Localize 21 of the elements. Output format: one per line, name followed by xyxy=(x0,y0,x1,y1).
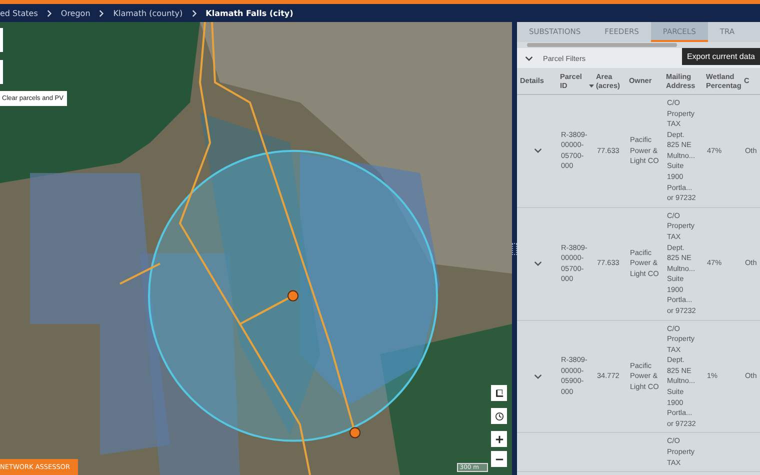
chevron-right-icon xyxy=(46,10,52,16)
breadcrumb-link[interactable]: Klamath (county) xyxy=(113,8,183,18)
breadcrumb-link[interactable]: ed States xyxy=(0,8,38,18)
breadcrumb-link[interactable]: Klamath Falls (city) xyxy=(206,8,294,18)
expand-row-icon[interactable] xyxy=(534,374,542,379)
export-tooltip: Export current data xyxy=(682,48,760,65)
corner-square-icon xyxy=(494,388,504,398)
sort-caret-icon[interactable] xyxy=(589,84,594,88)
chevron-right-icon xyxy=(192,10,197,16)
horizontal-scrollbar[interactable] xyxy=(527,43,677,47)
chevron-down-icon[interactable] xyxy=(525,56,533,60)
plus-icon xyxy=(494,434,504,444)
clock-button[interactable] xyxy=(491,408,507,424)
breadcrumb-link[interactable]: Oregon xyxy=(60,8,90,18)
zoom-in-button[interactable] xyxy=(491,431,507,447)
expand-row-icon[interactable] xyxy=(534,148,542,154)
clock-icon xyxy=(494,412,504,420)
zoom-out-button[interactable] xyxy=(491,451,507,467)
chevron-right-icon xyxy=(99,10,104,16)
expand-row-icon[interactable] xyxy=(534,261,542,266)
layers-button[interactable] xyxy=(491,385,507,401)
